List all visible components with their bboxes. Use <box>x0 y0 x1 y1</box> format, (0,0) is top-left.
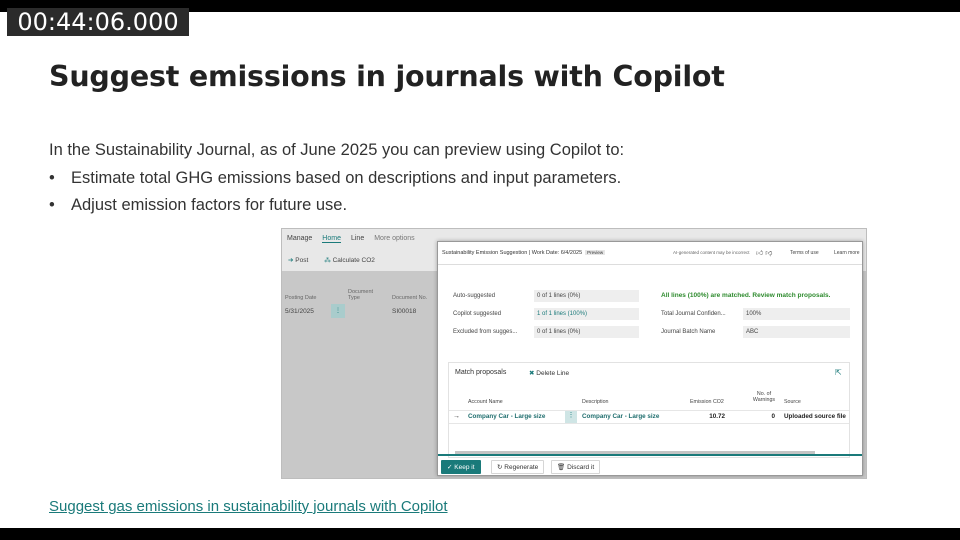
excluded-value: 0 of 1 lines (0%) <box>534 326 639 338</box>
col-account-name: Account Name <box>468 399 503 405</box>
thumbs-up-icon[interactable]: 👍︎ <box>756 250 763 257</box>
dialog-title: Sustainability Emission Suggestion | Wor… <box>442 250 606 256</box>
regenerate-label: Regenerate <box>504 464 539 471</box>
journal-grid: Posting Date Document Type Document No. … <box>282 279 442 478</box>
thumbs-down-icon[interactable]: 👎︎ <box>765 250 772 257</box>
keep-it-label: Keep it <box>454 464 475 471</box>
bullet-glyph: • <box>49 196 55 214</box>
discard-it-button[interactable]: 🗑︎ Discard it <box>551 460 601 474</box>
col-no-warnings: No. of Warnings <box>752 391 776 403</box>
confidence-label: Total Journal Confiden... <box>661 311 726 317</box>
bullet-glyph: • <box>49 169 55 187</box>
cell-source[interactable]: Uploaded source file <box>784 411 846 423</box>
post-label: Post <box>295 257 309 264</box>
terms-link[interactable]: Terms of use <box>790 250 819 256</box>
post-button[interactable]: ➔ Post <box>288 256 308 264</box>
learn-more-link[interactable]: Learn more <box>834 250 860 256</box>
slide-intro: In the Sustainability Journal, as of Jun… <box>49 141 625 159</box>
bullet-text: Estimate total GHG emissions based on de… <box>71 169 622 187</box>
discard-it-label: Discard it <box>567 464 595 471</box>
share-icon[interactable]: ⇱ <box>835 368 842 377</box>
dialog-title-text: Sustainability Emission Suggestion | Wor… <box>442 250 583 256</box>
row-menu-icon[interactable]: ⋮ <box>331 304 345 318</box>
delete-icon: ✖ <box>529 370 535 377</box>
excluded-label: Excluded from sugges... <box>453 329 518 335</box>
copilot-suggested-label: Copilot suggested <box>453 311 502 317</box>
cell-posting-date[interactable]: 5/31/2025 <box>285 308 314 315</box>
tab-home[interactable]: Home <box>322 235 341 243</box>
col-document-type: Document Type <box>348 289 374 301</box>
tab-line[interactable]: Line <box>351 235 364 243</box>
copilot-suggested-value[interactable]: 1 of 1 lines (100%) <box>534 308 639 320</box>
confidence-value: 100% <box>743 308 850 320</box>
auto-suggested-label: Auto-suggested <box>453 293 496 299</box>
slide-title: Suggest emissions in journals with Copil… <box>49 60 725 93</box>
table-row[interactable]: → Company Car - Large size ⋮ Company Car… <box>449 410 849 424</box>
calculate-icon: ⁂ <box>324 257 331 264</box>
feedback-icons: 👍︎ 👎︎ <box>756 248 772 257</box>
calculate-label: Calculate CO2 <box>332 257 375 264</box>
match-proposals-title: Match proposals <box>455 369 507 376</box>
cell-no-warnings[interactable]: 0 <box>749 411 775 423</box>
batch-label: Journal Batch Name <box>661 329 716 335</box>
check-icon: ✓ <box>447 464 453 471</box>
delete-line-label: Delete Line <box>536 370 570 377</box>
auto-suggested-value: 0 of 1 lines (0%) <box>534 290 639 302</box>
matched-message: All lines (100%) are matched. Review mat… <box>661 292 831 299</box>
bullet-text: Adjust emission factors for future use. <box>71 196 348 214</box>
trash-icon: 🗑︎ <box>557 464 566 471</box>
tab-more-options[interactable]: More options <box>374 235 414 243</box>
video-timestamp: 00:44:06.000 <box>7 8 189 36</box>
app-screenshot: Manage Home Line More options ➔ Post ⁂ C… <box>281 228 867 479</box>
col-source: Source <box>784 399 801 405</box>
ribbon-tabs: Manage Home Line More options <box>287 235 415 243</box>
col-description: Description <box>582 399 609 405</box>
dialog-footer: ✓ Keep it ↻ Regenerate 🗑︎ Discard it <box>438 454 862 478</box>
dialog-header: Sustainability Emission Suggestion | Wor… <box>438 242 862 265</box>
delete-line-button[interactable]: ✖ Delete Line <box>529 369 569 377</box>
regenerate-icon: ↻ <box>497 464 503 471</box>
batch-value: ABC <box>743 326 850 338</box>
col-document-no: Document No. <box>392 295 428 301</box>
preview-badge: Preview <box>585 250 606 255</box>
docs-link[interactable]: Suggest gas emissions in sustainability … <box>49 498 448 515</box>
ai-notice: AI-generated content may be incorrect <box>673 250 750 255</box>
post-icon: ➔ <box>288 257 294 264</box>
cell-emission-co2[interactable]: 10.72 <box>689 411 725 423</box>
cell-description[interactable]: Company Car - Large size <box>582 411 659 423</box>
ribbon-actions: ➔ Post ⁂ Calculate CO2 <box>288 256 375 264</box>
calculate-co2-button[interactable]: ⁂ Calculate CO2 <box>324 256 375 264</box>
regenerate-button[interactable]: ↻ Regenerate <box>491 460 545 474</box>
row-arrow-icon: → <box>453 413 460 420</box>
match-proposals-panel: Match proposals ✖ Delete Line ⇱ Account … <box>448 362 850 458</box>
tab-manage[interactable]: Manage <box>287 235 312 243</box>
col-posting-date: Posting Date <box>285 295 317 301</box>
letterbox-bottom <box>0 528 960 540</box>
col-emission-co2: Emission CO2 <box>690 399 724 405</box>
cell-document-no[interactable]: SI00018 <box>392 308 416 315</box>
row-menu-icon[interactable]: ⋮ <box>565 411 577 423</box>
cell-account-name[interactable]: Company Car - Large size <box>468 411 545 423</box>
keep-it-button[interactable]: ✓ Keep it <box>441 460 481 474</box>
emission-suggestion-dialog: Sustainability Emission Suggestion | Wor… <box>437 241 863 476</box>
